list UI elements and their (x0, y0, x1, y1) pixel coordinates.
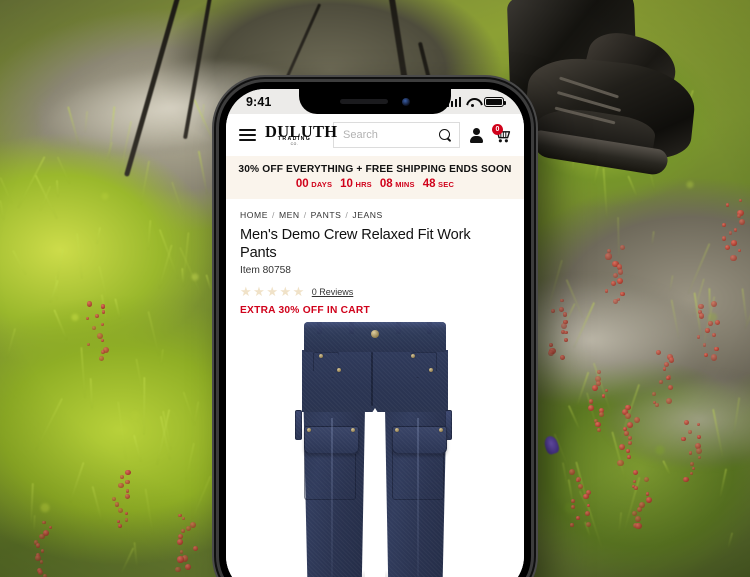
phone-screen: 9:41 DULUTH TRADING CO. 0 (226, 89, 524, 577)
product-detail-section: HOME / MEN / PANTS / JEANS Men's Demo Cr… (226, 199, 524, 577)
search-box[interactable] (333, 122, 460, 148)
search-icon[interactable] (439, 128, 452, 142)
countdown-seconds-unit: SEC (438, 180, 455, 189)
countdown-minutes-unit: MINS (395, 180, 415, 189)
hamburger-menu-icon[interactable] (239, 125, 256, 145)
countdown-minutes-value: 08 (379, 178, 393, 190)
countdown-hours: 10 HRS (340, 178, 372, 190)
site-header: DULUTH TRADING CO. 0 (226, 114, 524, 156)
wifi-icon (466, 97, 479, 107)
account-person-icon[interactable] (469, 127, 483, 143)
breadcrumb-item-pants[interactable]: PANTS (311, 210, 342, 220)
product-item-number: Item 80758 (240, 265, 291, 276)
status-indicators (446, 96, 506, 107)
countdown-days-unit: DAYS (311, 180, 333, 189)
cart-count-badge: 0 (492, 124, 503, 135)
breadcrumb-item-jeans[interactable]: JEANS (352, 210, 382, 220)
star-icon: ★ (240, 284, 253, 299)
promo-banner[interactable]: 30% OFF EVERYTHING + FREE SHIPPING ENDS … (226, 156, 524, 199)
star-icon: ★ (253, 284, 266, 299)
star-rating-icon: ★ ★ ★ ★ ★ (240, 285, 305, 298)
header-actions: 0 (469, 124, 511, 143)
breadcrumb: HOME / MEN / PANTS / JEANS (240, 210, 510, 220)
cart-offer-text: EXTRA 30% OFF IN CART (240, 305, 370, 316)
countdown-hours-value: 10 (340, 178, 353, 190)
front-camera-icon (402, 97, 410, 106)
navy-work-pants-image (293, 322, 457, 577)
battery-full-icon (484, 96, 506, 107)
promo-headline: 30% OFF EVERYTHING + FREE SHIPPING ENDS … (238, 164, 512, 175)
countdown-minutes: 08 MINS (380, 178, 415, 190)
countdown-days: 00 DAYS (296, 178, 332, 190)
breadcrumb-separator: / (345, 210, 349, 220)
status-time: 9:41 (246, 94, 272, 109)
breadcrumb-separator: / (303, 210, 307, 220)
countdown-timer: 00 DAYS 10 HRS 08 MINS 48 SEC (232, 178, 518, 190)
countdown-seconds: 48 SEC (423, 178, 454, 190)
countdown-hours-unit: HRS (355, 180, 372, 189)
breadcrumb-item-men[interactable]: MEN (279, 210, 300, 220)
reviews-link[interactable]: 0 Reviews (312, 287, 354, 297)
breadcrumb-separator: / (271, 210, 275, 220)
star-icon: ★ (292, 284, 305, 299)
countdown-days-value: 00 (295, 178, 309, 190)
countdown-seconds-value: 48 (422, 178, 436, 190)
product-rating-row: ★ ★ ★ ★ ★ 0 Reviews (240, 285, 510, 298)
logo-main-text: DULUTH (265, 121, 338, 141)
search-input[interactable] (343, 129, 439, 141)
shopping-cart-button[interactable]: 0 (492, 124, 511, 143)
star-icon: ★ (266, 284, 279, 299)
phone-device-frame: 9:41 DULUTH TRADING CO. 0 (219, 82, 531, 577)
product-image[interactable] (240, 322, 510, 577)
star-icon: ★ (279, 284, 292, 299)
product-title: Men's Demo Crew Relaxed Fit Work Pants (240, 227, 471, 261)
phone-notch (299, 89, 451, 114)
logo-co-text: CO. (290, 141, 299, 146)
duluth-trading-logo[interactable]: DULUTH TRADING CO. (265, 123, 337, 147)
earpiece-speaker-icon (340, 99, 388, 104)
breadcrumb-item-home[interactable]: HOME (240, 210, 268, 220)
